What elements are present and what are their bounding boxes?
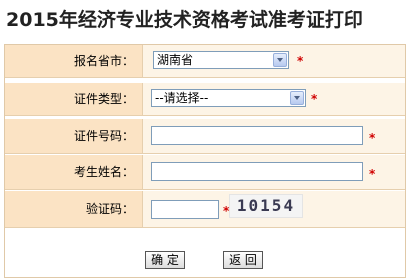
id-number-label: 证件号码： [5, 119, 143, 153]
chevron-down-icon[interactable] [273, 53, 287, 67]
province-label: 报名省市： [5, 45, 143, 77]
required-mark: * [369, 167, 376, 181]
admission-ticket-form: 报名省市： 湖南省 * 证件类型： --请选择-- * 证件号码： * 考生姓名… [4, 44, 406, 278]
id-type-select-value: --请选择-- [155, 91, 209, 105]
chevron-down-icon[interactable] [290, 91, 304, 105]
id-type-row: 证件类型： --请选择-- * [5, 83, 405, 116]
required-mark: * [311, 92, 318, 106]
id-number-input[interactable] [151, 126, 363, 145]
required-mark: * [369, 131, 376, 145]
page-title: 2015年经济专业技术资格考试准考证打印 [6, 9, 363, 31]
id-number-cell: * [143, 119, 405, 153]
id-type-label: 证件类型： [5, 83, 143, 115]
captcha-image[interactable]: 10154 [229, 194, 303, 218]
id-type-select[interactable]: --请选择-- [151, 89, 306, 107]
captcha-row: 验证码： * 10154 [5, 191, 405, 228]
captcha-cell: * 10154 [143, 191, 405, 227]
id-type-cell: --请选择-- * [143, 83, 405, 115]
required-mark: * [297, 54, 304, 68]
candidate-name-cell: * [143, 155, 405, 189]
captcha-input[interactable] [151, 200, 219, 219]
candidate-name-row: 考生姓名： * [5, 155, 405, 190]
candidate-name-input[interactable] [151, 162, 363, 181]
back-button[interactable]: 返 回 [223, 251, 263, 269]
form-footer: 确 定 返 回 [5, 235, 405, 277]
id-number-row: 证件号码： * [5, 119, 405, 154]
province-cell: 湖南省 * [143, 45, 405, 77]
confirm-button[interactable]: 确 定 [145, 251, 185, 269]
candidate-name-label: 考生姓名： [5, 155, 143, 189]
captcha-label: 验证码： [5, 191, 143, 227]
province-select[interactable]: 湖南省 [153, 51, 289, 69]
province-select-value: 湖南省 [157, 53, 194, 67]
province-row: 报名省市： 湖南省 * [5, 45, 405, 78]
